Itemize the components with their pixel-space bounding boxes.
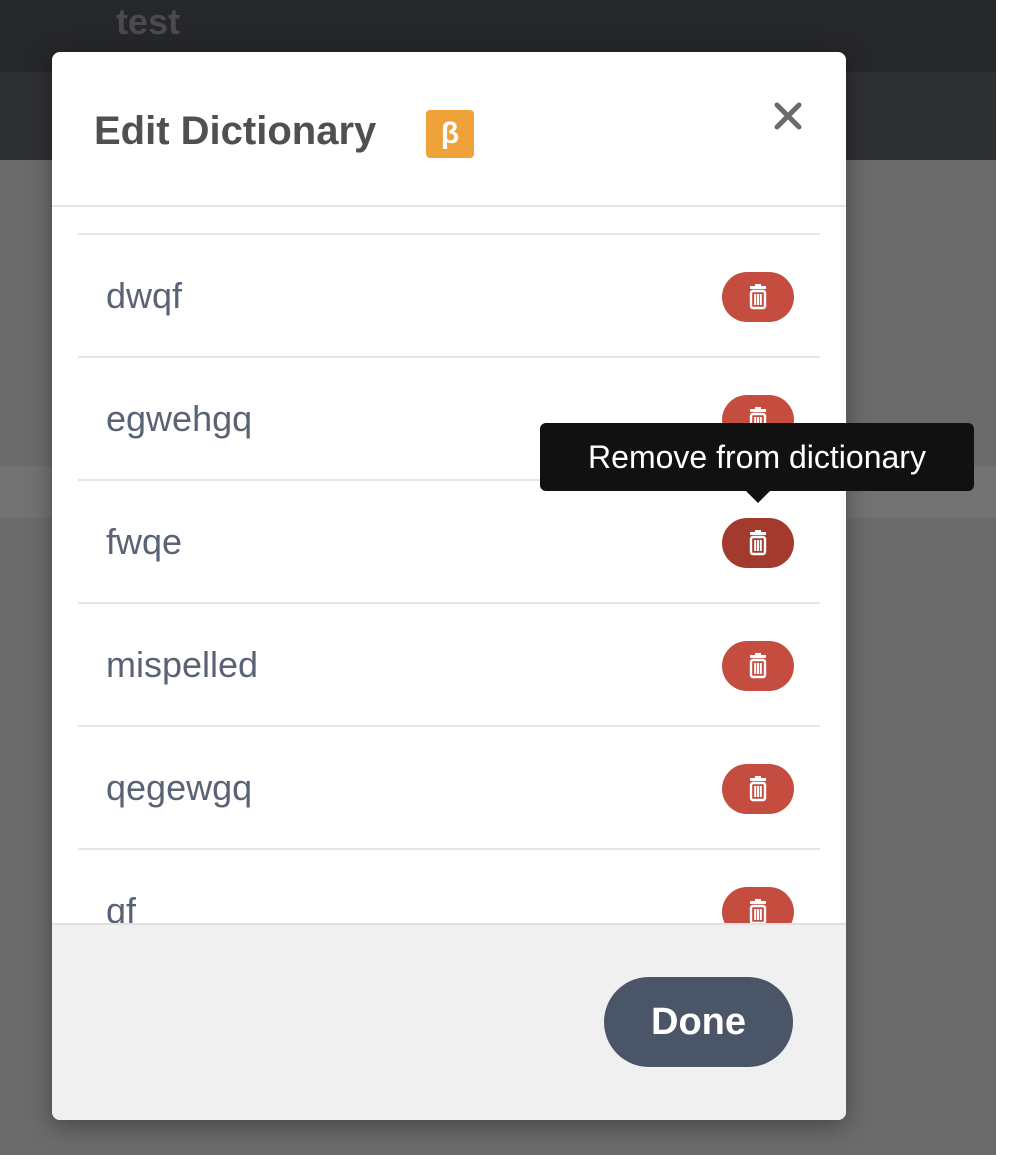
remove-word-button[interactable] <box>722 641 794 691</box>
remove-tooltip: Remove from dictionary <box>540 423 974 491</box>
dictionary-word: qegewgq <box>106 767 253 808</box>
remove-word-button[interactable] <box>722 518 794 568</box>
dictionary-word-list: dwqf egwehgq fwqe mispelled qegewgq qf <box>78 233 820 923</box>
remove-word-button[interactable] <box>722 887 794 923</box>
dictionary-word-list-scroll[interactable]: dwqf egwehgq fwqe mispelled qegewgq qf <box>52 207 846 923</box>
dictionary-word: qf <box>106 890 137 923</box>
trash-icon <box>749 653 767 679</box>
list-item: mispelled <box>78 602 820 725</box>
beta-badge: β <box>426 110 474 158</box>
trash-icon <box>749 530 767 556</box>
list-item: dwqf <box>78 233 820 356</box>
trash-icon <box>749 284 767 310</box>
tooltip-arrow <box>746 491 770 503</box>
list-item: fwqe <box>78 479 820 602</box>
modal-title: Edit Dictionary <box>94 109 377 153</box>
trash-icon <box>749 899 767 923</box>
remove-word-button[interactable] <box>722 272 794 322</box>
remove-word-button[interactable] <box>722 764 794 814</box>
trash-icon <box>749 776 767 802</box>
close-icon[interactable] <box>768 96 808 136</box>
dictionary-word: fwqe <box>106 521 183 562</box>
modal-header: Edit Dictionary β <box>52 52 846 207</box>
modal-footer: Done <box>52 923 846 1120</box>
edit-dictionary-modal: Edit Dictionary β dwqf egwehgq fwqe misp… <box>52 52 846 1120</box>
done-button[interactable]: Done <box>604 977 793 1067</box>
dictionary-word: dwqf <box>106 275 183 316</box>
dictionary-word: egwehgq <box>106 398 253 439</box>
dictionary-word: mispelled <box>106 644 259 685</box>
list-item: qegewgq <box>78 725 820 848</box>
list-item: qf <box>78 848 820 923</box>
app-title: test <box>116 1 181 42</box>
